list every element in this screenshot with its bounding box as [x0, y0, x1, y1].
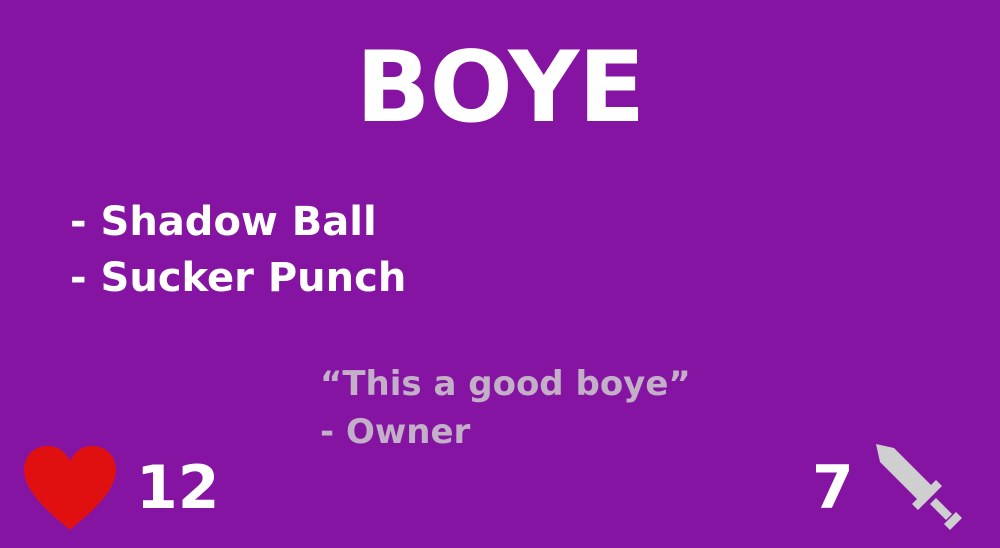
- move-item: - Sucker Punch: [70, 255, 407, 301]
- quote-text: “This a good boye”: [320, 364, 691, 404]
- card-title: BOYE: [355, 31, 645, 145]
- heart-icon: [24, 446, 116, 530]
- move-item: - Shadow Ball: [70, 199, 377, 245]
- quote-author: - Owner: [320, 412, 471, 452]
- health-value: 12: [136, 453, 220, 523]
- attack-value: 7: [812, 453, 854, 523]
- character-card: BOYE - Shadow Ball - Sucker Punch “This …: [0, 0, 1000, 548]
- flavor-quote: “This a good boye” - Owner: [320, 360, 691, 456]
- sword-icon: [876, 444, 962, 530]
- move-list: - Shadow Ball - Sucker Punch: [70, 194, 406, 306]
